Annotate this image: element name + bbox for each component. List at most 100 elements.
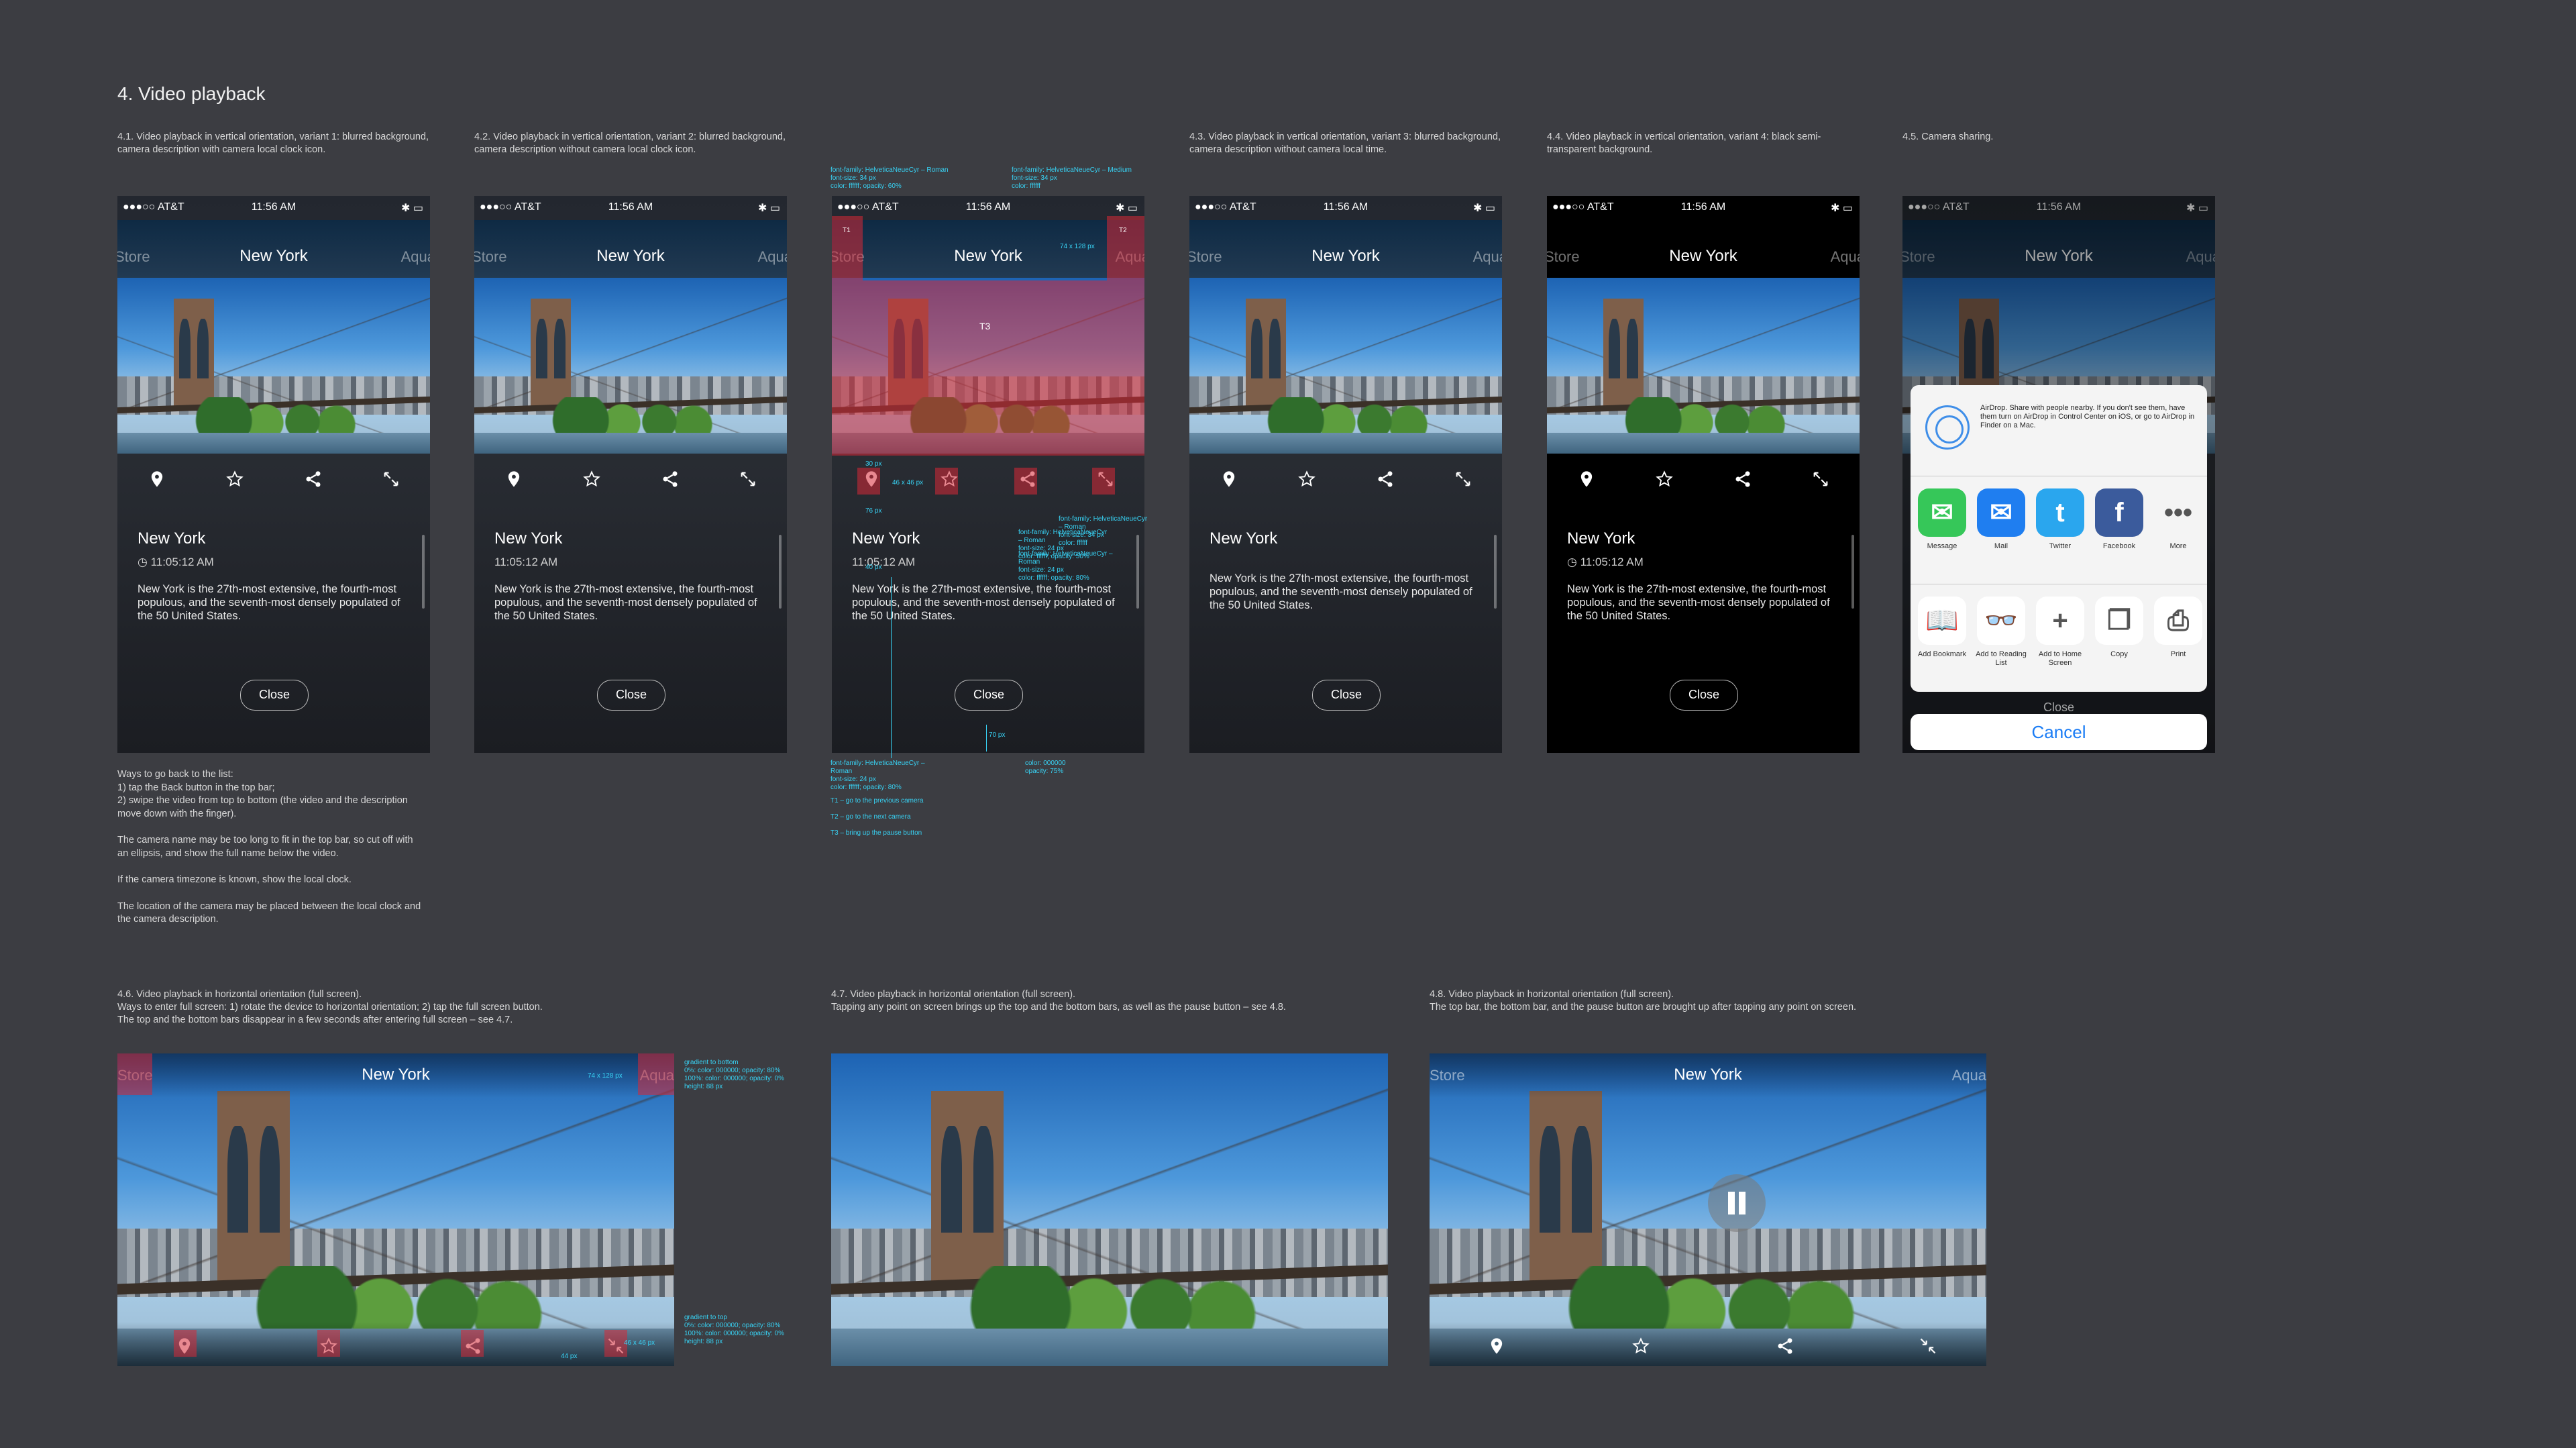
local-time: 11:05:12 AM [852, 556, 915, 569]
spec-bg: color: 000000 opacity: 75% [1025, 760, 1066, 775]
star-icon[interactable] [582, 470, 602, 490]
next-camera-link[interactable]: Aqua [1831, 248, 1860, 266]
top-bar: Store New York Aqua [1189, 220, 1502, 278]
action-toolbar [474, 455, 787, 503]
share-action-0[interactable]: 📖 Add Bookmark [1916, 597, 1968, 659]
spec-hl-fullscreen [1092, 468, 1115, 495]
exit-fullscreen-icon[interactable] [1918, 1337, 1938, 1357]
share-app-label: Facebook [2102, 542, 2136, 550]
scrollbar[interactable] [779, 535, 782, 609]
camera-description-text: New York is the 27th-most extensive, the… [1210, 572, 1472, 611]
caption-4-8: 4.8. Video playback in horizontal orient… [1430, 989, 1857, 1013]
camera-description-text: New York is the 27th-most extensive, the… [852, 583, 1115, 622]
airdrop-text: AirDrop. Share with people nearby. If yo… [1980, 404, 2195, 429]
share-action-1[interactable]: 👓 Add to Reading List [1975, 597, 2027, 668]
nav-title: New York [1674, 1066, 1742, 1084]
location-pin-icon[interactable] [147, 470, 167, 490]
action-icon: ❐ [2095, 597, 2143, 645]
location-pin-icon[interactable] [1576, 470, 1597, 490]
action-icon: ⎙ [2154, 597, 2202, 645]
close-button[interactable]: Close [597, 680, 665, 711]
spec-legend-3: T3 – bring up the pause button [830, 829, 922, 837]
caption-4-7: 4.7. Video playback in horizontal orient… [831, 989, 1286, 1013]
phone-screen-4-1: Store New York Aqua ●●●○○ AT&T 11:56 AM … [117, 196, 430, 753]
cancel-button[interactable]: Cancel [1911, 714, 2207, 750]
spec-legend-1: T1 – go to the previous camera [830, 797, 924, 805]
pause-icon[interactable] [1708, 1174, 1766, 1232]
river [474, 432, 787, 454]
phone-screen-4-3b: Store New York Aqua ●●●○○ AT&T 11:56 AM … [1189, 196, 1502, 753]
video-frame[interactable] [1547, 278, 1860, 454]
bridge-tower [530, 299, 572, 408]
close-button[interactable]: Close [240, 680, 309, 711]
location-pin-icon[interactable] [504, 470, 524, 490]
share-app-facebook[interactable]: f Facebook [2093, 488, 2145, 551]
local-time-value: 11:05:12 AM [1580, 556, 1644, 568]
share-app-more[interactable]: ••• More [2152, 488, 2204, 551]
star-icon[interactable] [1297, 470, 1317, 490]
fullscreen-icon[interactable] [1811, 470, 1831, 490]
share-icon[interactable] [303, 470, 323, 490]
local-time-value: 11:05:12 AM [150, 556, 214, 568]
star-icon[interactable] [225, 470, 245, 490]
status-bar: ●●●○○ AT&T 11:56 AM ✱ ▭ [832, 196, 1144, 220]
tap-zone-t1 [117, 1053, 152, 1095]
share-app-mail[interactable]: ✉ Mail [1975, 488, 2027, 551]
share-icon[interactable] [1375, 470, 1395, 490]
next-camera-link[interactable]: Aqua [1473, 248, 1502, 266]
next-camera-link[interactable]: Aqua [758, 248, 787, 266]
river [1547, 432, 1860, 454]
share-app-message[interactable]: ✉ Message [1916, 488, 1968, 551]
clock-icon: ◷ [138, 556, 151, 568]
location-pin-icon[interactable] [1219, 470, 1239, 490]
local-time: ◷ 11:05:12 AM [1567, 556, 1644, 569]
spec-legend-2: T2 – go to the next camera [830, 813, 911, 821]
scrollbar[interactable] [422, 535, 425, 609]
video-frame[interactable] [1189, 278, 1502, 454]
star-icon[interactable] [1631, 1337, 1651, 1357]
tap-zone-t1 [832, 216, 863, 280]
bridge-tower [217, 1090, 290, 1285]
fullscreen-icon[interactable] [1453, 470, 1473, 490]
fullscreen-icon[interactable] [381, 470, 401, 490]
share-icon[interactable] [1733, 470, 1753, 490]
camera-name: New York [852, 529, 920, 548]
top-bar: Store New York Aqua [832, 220, 1144, 278]
bottom-bar [1430, 1322, 1986, 1366]
share-icon[interactable] [660, 470, 680, 490]
share-app-label: More [2169, 542, 2187, 550]
nav-title: New York [1669, 247, 1737, 265]
share-action-4[interactable]: ⎙ Print [2152, 597, 2204, 659]
video-frame[interactable] [474, 278, 787, 454]
spec-icon-size: 46 x 46 px [892, 479, 924, 486]
share-apps-row: ✉ Message ✉ Mail t Twitter f Facebook ••… [1911, 476, 2207, 584]
close-button[interactable]: Close [955, 680, 1023, 711]
share-app-twitter[interactable]: t Twitter [2034, 488, 2086, 551]
close-button[interactable]: Close [1312, 680, 1381, 711]
star-icon[interactable] [1654, 470, 1674, 490]
video-frame[interactable] [831, 1053, 1388, 1366]
video-frame[interactable] [117, 278, 430, 454]
airdrop-row[interactable]: AirDrop. Share with people nearby. If yo… [1911, 385, 2207, 476]
phone-screen-4-4: Store New York Aqua ●●●○○ AT&T 11:56 AM … [1547, 196, 1860, 753]
scrollbar[interactable] [1851, 535, 1854, 609]
local-time: ◷ 11:05:12 AM [138, 556, 214, 569]
twitter-icon: t [2036, 488, 2084, 537]
clock: 11:56 AM [965, 201, 1011, 213]
share-action-3[interactable]: ❐ Copy [2093, 597, 2145, 659]
scrollbar[interactable] [1494, 535, 1497, 609]
close-button[interactable]: Close [1670, 680, 1738, 711]
airdrop-icon [1925, 405, 1970, 450]
video-frame[interactable] [117, 1053, 674, 1366]
share-action-label: Add to Reading List [1976, 650, 2027, 667]
bridge-tower [1603, 299, 1644, 408]
next-camera-link[interactable]: Aqua [1952, 1067, 1986, 1084]
bottom-bar [117, 1322, 674, 1366]
next-camera-link[interactable]: Aqua [401, 248, 430, 266]
action-toolbar [1189, 455, 1502, 503]
share-icon[interactable] [1775, 1337, 1795, 1357]
video-frame[interactable] [1430, 1053, 1986, 1366]
share-action-2[interactable]: + Add to Home Screen [2034, 597, 2086, 668]
location-pin-icon[interactable] [1487, 1337, 1507, 1357]
fullscreen-icon[interactable] [738, 470, 758, 490]
